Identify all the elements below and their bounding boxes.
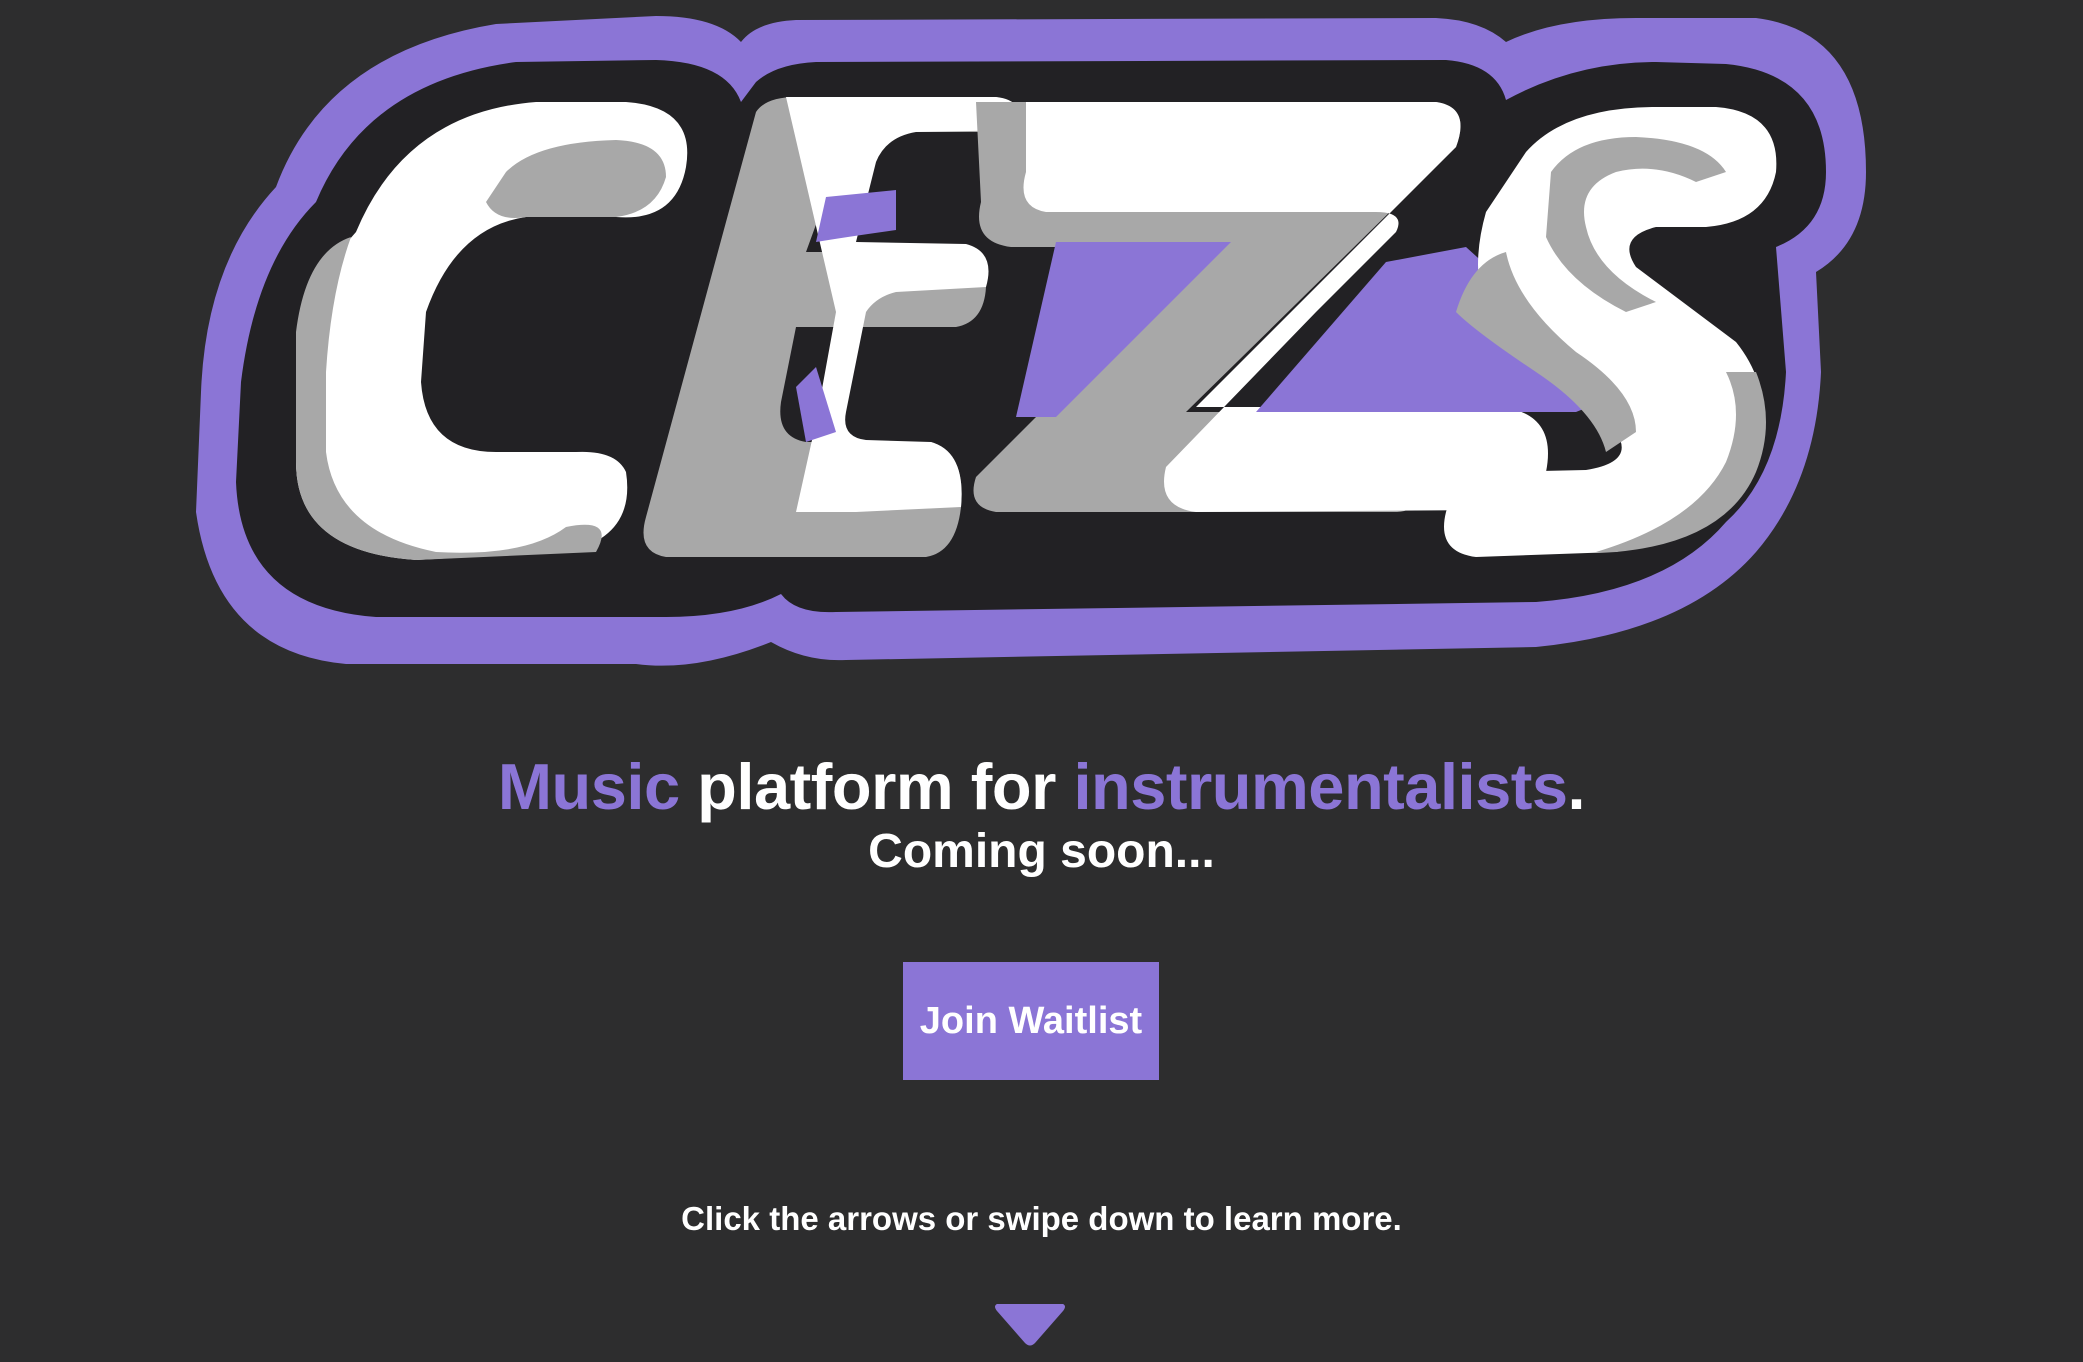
join-waitlist-button[interactable]: Join Waitlist <box>903 962 1159 1080</box>
tagline-music: Music <box>497 750 680 823</box>
tagline-instrumentalists: instrumentalists <box>1073 750 1568 823</box>
logo-graphic <box>196 16 1866 666</box>
tagline-middle: platform for <box>679 750 1074 823</box>
triangle-down-icon[interactable] <box>993 1300 1067 1348</box>
coming-soon-text: Coming soon... <box>868 825 1215 878</box>
scroll-hint-text: Click the arrows or swipe down to learn … <box>681 1200 1402 1237</box>
hero-tagline: Music platform for instrumentalists. <box>0 752 2083 822</box>
tagline-period: . <box>1567 750 1586 823</box>
cezs-logo <box>196 12 1866 667</box>
landing-page: Music platform for instrumentalists. Com… <box>0 0 2083 1362</box>
